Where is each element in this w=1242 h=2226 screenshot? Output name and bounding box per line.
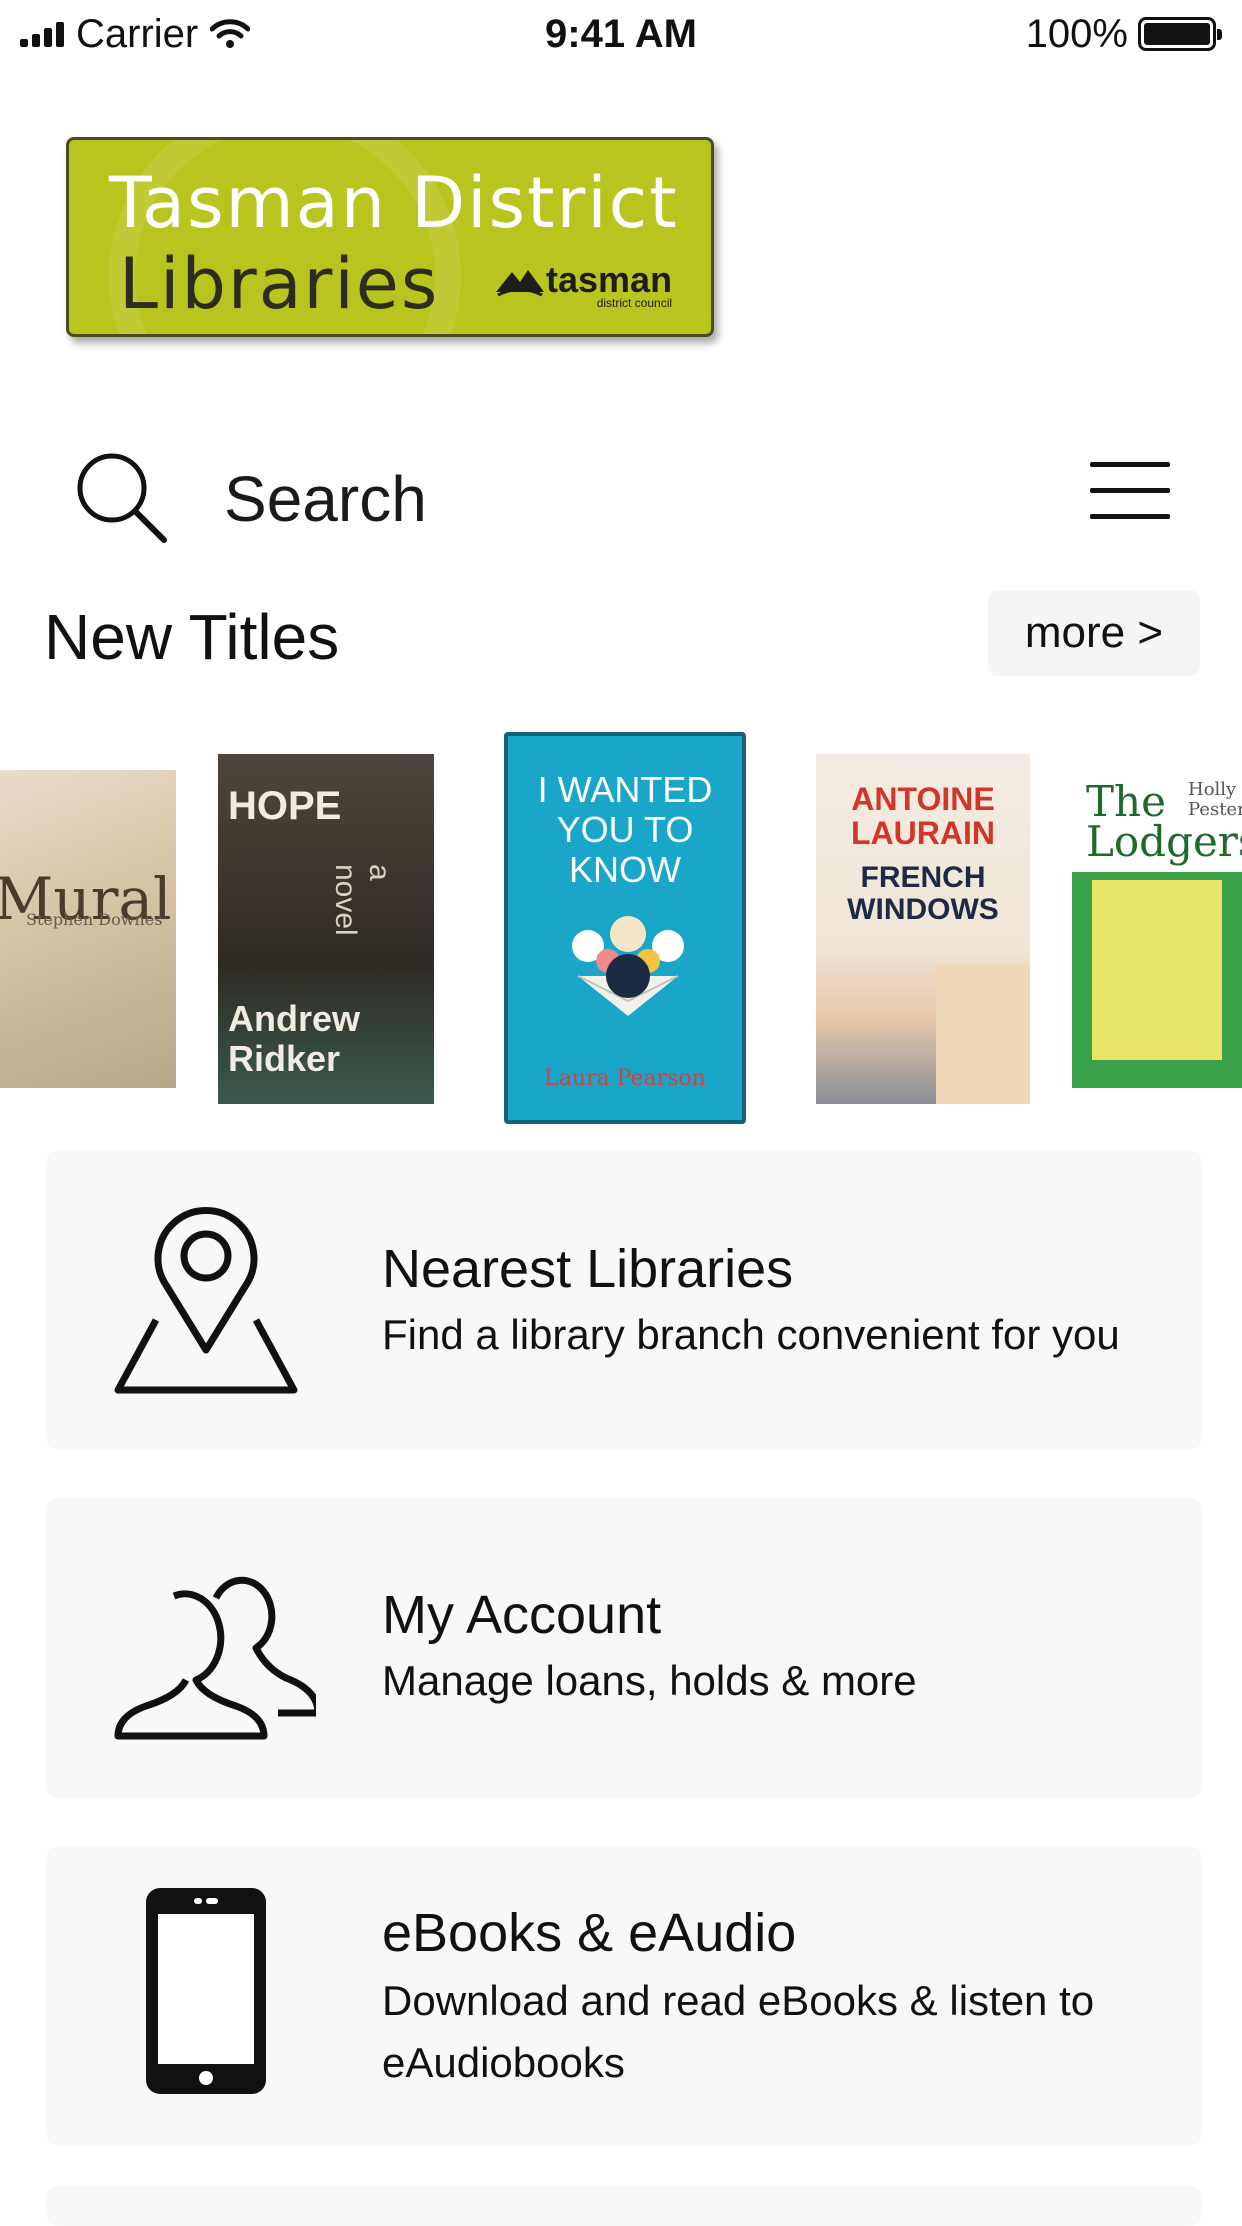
new-titles-heading: New Titles bbox=[44, 601, 340, 673]
library-logo: Tasman District Libraries tasman distric… bbox=[66, 137, 714, 337]
envelope-flowers-illustration bbox=[572, 916, 684, 1016]
phone-icon bbox=[146, 1888, 266, 2094]
book-cover-i-wanted-you-to-know[interactable]: I WANTED YOU TO KNOW Laura Pearson bbox=[504, 732, 746, 1124]
council-logo: tasman district council bbox=[494, 262, 672, 310]
nearest-libraries-card[interactable]: Nearest Libraries Find a library branch … bbox=[46, 1150, 1202, 1450]
cover-author: Holly Pester bbox=[1188, 779, 1242, 820]
card-subtitle: Manage loans, holds & more bbox=[382, 1657, 917, 1704]
book-cover-french-windows[interactable]: ANTOINE LAURAIN FRENCH WINDOWS bbox=[816, 754, 1030, 1104]
cover-author: ANTOINE LAURAIN bbox=[851, 781, 995, 851]
card-title: Nearest Libraries bbox=[382, 1239, 794, 1299]
status-bar: Carrier 9:41 AM 100% bbox=[0, 0, 1242, 66]
cover-author: Laura Pearson bbox=[544, 1066, 706, 1091]
battery-icon bbox=[1138, 17, 1222, 51]
book-cover-hope[interactable]: HOPE a novel Andrew Ridker bbox=[218, 754, 434, 1104]
cover-author: Stephen Downes bbox=[26, 910, 163, 929]
hamburger-menu-icon[interactable] bbox=[1090, 458, 1174, 524]
search-input[interactable]: Search bbox=[224, 462, 427, 536]
building-illustration bbox=[936, 964, 1030, 1104]
next-card-partial[interactable] bbox=[46, 2186, 1202, 2226]
cover-title: I WANTED YOU TO KNOW bbox=[537, 769, 713, 890]
more-button[interactable]: more > bbox=[988, 590, 1200, 676]
battery-percent: 100% bbox=[1025, 11, 1128, 56]
card-subtitle: Download and read eBooks & listen to eAu… bbox=[382, 1977, 1095, 2086]
card-title: My Account bbox=[382, 1585, 662, 1645]
users-icon bbox=[114, 1576, 316, 1740]
house-illustration bbox=[1092, 880, 1222, 1060]
cover-author: Andrew Ridker bbox=[228, 998, 361, 1079]
card-subtitle: Find a library branch convenient for you bbox=[382, 1311, 1120, 1358]
logo-line2: Libraries bbox=[119, 243, 440, 325]
book-cover-the-lodgers[interactable]: The Lodgers Holly Pester bbox=[1072, 770, 1242, 1088]
my-account-card[interactable]: My Account Manage loans, holds & more bbox=[46, 1498, 1202, 1798]
logo-line1: Tasman District bbox=[109, 162, 679, 244]
ebooks-eaudio-card[interactable]: eBooks & eAudio Download and read eBooks… bbox=[46, 1846, 1202, 2146]
cover-tagline: a novel bbox=[329, 864, 396, 936]
mountain-icon bbox=[496, 270, 544, 297]
cover-title: HOPE bbox=[228, 784, 342, 828]
book-cover-mural[interactable]: Mural Stephen Downes bbox=[0, 770, 176, 1088]
council-name: tasman bbox=[546, 259, 673, 300]
cover-title: The Lodgers bbox=[1086, 777, 1242, 866]
search-icon[interactable] bbox=[72, 448, 170, 546]
map-pin-icon bbox=[114, 1206, 298, 1394]
status-right: 100% bbox=[1025, 10, 1222, 58]
card-title: eBooks & eAudio bbox=[382, 1903, 797, 1963]
cover-title: FRENCH WINDOWS bbox=[847, 861, 999, 926]
